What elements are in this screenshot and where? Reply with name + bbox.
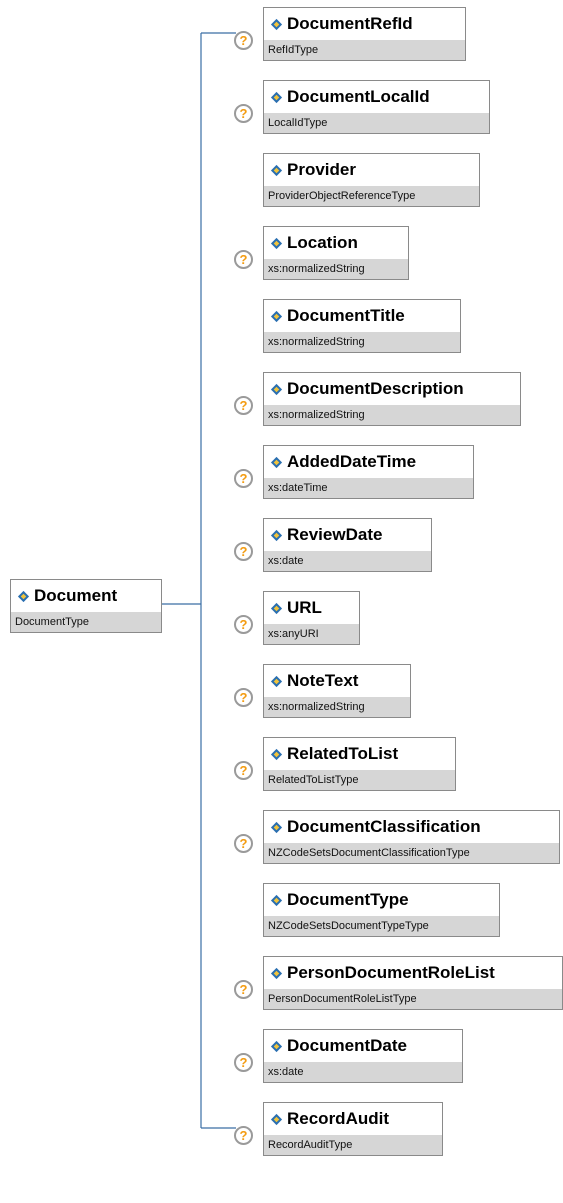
element-header: AddedDateTime <box>264 446 473 478</box>
element-name: Provider <box>287 160 356 179</box>
element-name: DocumentDate <box>287 1036 407 1055</box>
child-element-record-audit[interactable]: RecordAudit RecordAuditType <box>263 1102 443 1156</box>
element-name: DocumentType <box>287 890 409 909</box>
element-type: PersonDocumentRoleListType <box>264 989 562 1009</box>
element-header: DocumentTitle <box>264 300 460 332</box>
element-type: RecordAuditType <box>264 1135 442 1155</box>
element-header: DocumentRefId <box>264 8 465 40</box>
annotation-icon[interactable]: ? <box>234 688 253 707</box>
root-element-document[interactable]: Document DocumentType <box>10 579 162 633</box>
child-element-document-title[interactable]: DocumentTitle xs:normalizedString <box>263 299 461 353</box>
root-element-type: DocumentType <box>11 612 161 632</box>
element-type: xs:normalizedString <box>264 697 410 717</box>
element-name: DocumentLocalId <box>287 87 430 106</box>
child-element-url[interactable]: URL xs:anyURI <box>263 591 360 645</box>
element-icon <box>270 310 283 322</box>
element-name: DocumentRefId <box>287 14 413 33</box>
element-header: RelatedToList <box>264 738 455 770</box>
element-icon <box>270 748 283 760</box>
annotation-icon[interactable]: ? <box>234 104 253 123</box>
annotation-icon[interactable]: ? <box>234 615 253 634</box>
element-type: xs:normalizedString <box>264 259 408 279</box>
annotation-icon[interactable]: ? <box>234 1053 253 1072</box>
element-header: NoteText <box>264 665 410 697</box>
element-icon <box>270 821 283 833</box>
element-icon <box>17 590 30 602</box>
element-header: URL <box>264 592 359 624</box>
child-element-related-to-list[interactable]: RelatedToList RelatedToListType <box>263 737 456 791</box>
element-icon <box>270 1040 283 1052</box>
element-header: DocumentDescription <box>264 373 520 405</box>
element-header: DocumentLocalId <box>264 81 489 113</box>
element-icon <box>270 894 283 906</box>
element-header: ReviewDate <box>264 519 431 551</box>
root-element-name: Document <box>34 586 118 605</box>
element-header: Location <box>264 227 408 259</box>
element-name: PersonDocumentRoleList <box>287 963 495 982</box>
element-type: NZCodeSetsDocumentTypeType <box>264 916 499 936</box>
element-type: xs:normalizedString <box>264 405 520 425</box>
element-name: RelatedToList <box>287 744 399 763</box>
element-type: ProviderObjectReferenceType <box>264 186 479 206</box>
element-icon <box>270 529 283 541</box>
element-icon <box>270 237 283 249</box>
element-header: DocumentType <box>264 884 499 916</box>
annotation-icon[interactable]: ? <box>234 250 253 269</box>
child-element-document-classification[interactable]: DocumentClassification NZCodeSetsDocument… <box>263 810 560 864</box>
element-header: RecordAudit <box>264 1103 442 1135</box>
child-element-note-text[interactable]: NoteText xs:normalizedString <box>263 664 411 718</box>
annotation-icon[interactable]: ? <box>234 469 253 488</box>
element-type: xs:date <box>264 551 431 571</box>
child-element-document-description[interactable]: DocumentDescription xs:normalizedString <box>263 372 521 426</box>
child-element-document-ref-id[interactable]: DocumentRefId RefIdType <box>263 7 466 61</box>
element-name: RecordAudit <box>287 1109 389 1128</box>
annotation-icon[interactable]: ? <box>234 542 253 561</box>
annotation-icon[interactable]: ? <box>234 396 253 415</box>
child-element-provider[interactable]: Provider ProviderObjectReferenceType <box>263 153 480 207</box>
child-element-person-document-role-list[interactable]: PersonDocumentRoleList PersonDocumentRole… <box>263 956 563 1010</box>
element-icon <box>270 602 283 614</box>
element-type: xs:dateTime <box>264 478 473 498</box>
element-header: DocumentClassification <box>264 811 559 843</box>
element-name: NoteText <box>287 671 359 690</box>
element-icon <box>270 1113 283 1125</box>
element-name: DocumentClassification <box>287 817 481 836</box>
annotation-icon[interactable]: ? <box>234 1126 253 1145</box>
annotation-icon[interactable]: ? <box>234 31 253 50</box>
element-type: xs:anyURI <box>264 624 359 644</box>
element-header: PersonDocumentRoleList <box>264 957 562 989</box>
element-type: NZCodeSetsDocumentClassificationType <box>264 843 559 863</box>
element-name: AddedDateTime <box>287 452 417 471</box>
annotation-icon[interactable]: ? <box>234 834 253 853</box>
element-icon <box>270 675 283 687</box>
element-icon <box>270 18 283 30</box>
element-name: DocumentTitle <box>287 306 405 325</box>
element-header: Provider <box>264 154 479 186</box>
element-icon <box>270 456 283 468</box>
child-element-added-date-time[interactable]: AddedDateTime xs:dateTime <box>263 445 474 499</box>
element-type: LocalIdType <box>264 113 489 133</box>
element-type: xs:date <box>264 1062 462 1082</box>
element-name: URL <box>287 598 322 617</box>
element-type: RefIdType <box>264 40 465 60</box>
root-element-header: Document <box>11 580 161 612</box>
element-name: ReviewDate <box>287 525 383 544</box>
element-icon <box>270 383 283 395</box>
element-name: DocumentDescription <box>287 379 464 398</box>
element-name: Location <box>287 233 358 252</box>
annotation-icon[interactable]: ? <box>234 980 253 999</box>
child-element-document-date[interactable]: DocumentDate xs:date <box>263 1029 463 1083</box>
child-element-review-date[interactable]: ReviewDate xs:date <box>263 518 432 572</box>
child-element-document-local-id[interactable]: DocumentLocalId LocalIdType <box>263 80 490 134</box>
element-icon <box>270 967 283 979</box>
element-type: xs:normalizedString <box>264 332 460 352</box>
element-header: DocumentDate <box>264 1030 462 1062</box>
element-icon <box>270 164 283 176</box>
element-type: RelatedToListType <box>264 770 455 790</box>
child-element-location[interactable]: Location xs:normalizedString <box>263 226 409 280</box>
element-icon <box>270 91 283 103</box>
child-element-document-type[interactable]: DocumentType NZCodeSetsDocumentTypeType <box>263 883 500 937</box>
annotation-icon[interactable]: ? <box>234 761 253 780</box>
